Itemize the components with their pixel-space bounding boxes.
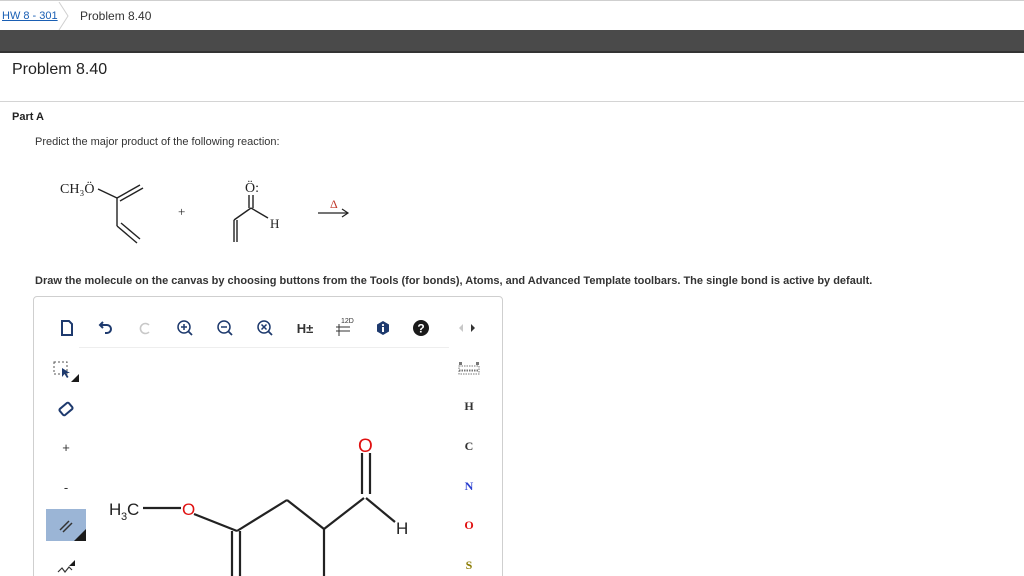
aldehyde-h-label: H — [270, 216, 279, 231]
reaction-scheme: CH₃Ö + Ö: H Δ — [60, 179, 350, 244]
part-label: Part A — [12, 111, 44, 123]
zoom-out-icon[interactable] — [212, 317, 238, 339]
methyl-h: H — [109, 500, 121, 519]
methyl-c: C — [127, 500, 139, 519]
page-title: Problem 8.40 — [12, 61, 108, 78]
heat-symbol: Δ — [330, 197, 338, 211]
undo-icon[interactable] — [92, 317, 118, 339]
atom-button-s[interactable]: S — [456, 554, 482, 576]
periodic-table-icon[interactable] — [456, 357, 482, 379]
atom-button-o[interactable]: O — [456, 514, 482, 536]
ether-oxygen: O — [182, 500, 195, 519]
redo-icon[interactable] — [132, 317, 158, 339]
zoom-in-icon[interactable] — [172, 317, 198, 339]
carbonyl-oxygen: O — [358, 436, 373, 457]
scroll-arrows-icon[interactable] — [454, 317, 480, 339]
plus-sign: + — [178, 204, 185, 219]
carbonyl-oxygen-label: Ö: — [245, 179, 259, 196]
atom-button-c[interactable]: C — [456, 435, 482, 457]
question-text: Predict the major product of the followi… — [35, 136, 280, 148]
help-icon[interactable]: ? — [408, 317, 434, 339]
breadcrumb-separator-icon — [58, 2, 69, 30]
aldehyde-hydrogen: H — [396, 519, 408, 538]
new-document-icon[interactable] — [54, 317, 80, 339]
breadcrumb-current: Problem 8.40 — [80, 9, 152, 23]
header-bar — [0, 30, 1024, 53]
breadcrumb-parent-link[interactable]: HW 8 - 301 — [2, 10, 58, 22]
atom-button-h[interactable]: H — [456, 395, 482, 417]
instructions-text: Draw the molecule on the canvas by choos… — [35, 275, 873, 287]
svg-text:?: ? — [417, 322, 424, 336]
breadcrumb: HW 8 - 301 Problem 8.40 — [0, 0, 1024, 30]
info-icon[interactable] — [370, 317, 396, 339]
2d-label: 12D — [341, 318, 354, 325]
drawing-canvas[interactable]: H 3 C O O H — [79, 347, 449, 576]
divider — [0, 101, 1024, 102]
clear-icon[interactable] — [252, 317, 278, 339]
2d-clean-icon[interactable]: 12D — [330, 315, 356, 337]
methoxy-label: CH₃Ö — [60, 180, 94, 197]
h-toggle-icon[interactable]: H± — [292, 317, 318, 339]
molecule-editor: H± 12D ? + - H 3 C O O H H C N O S — [33, 296, 503, 576]
atom-button-n[interactable]: N — [456, 475, 482, 497]
